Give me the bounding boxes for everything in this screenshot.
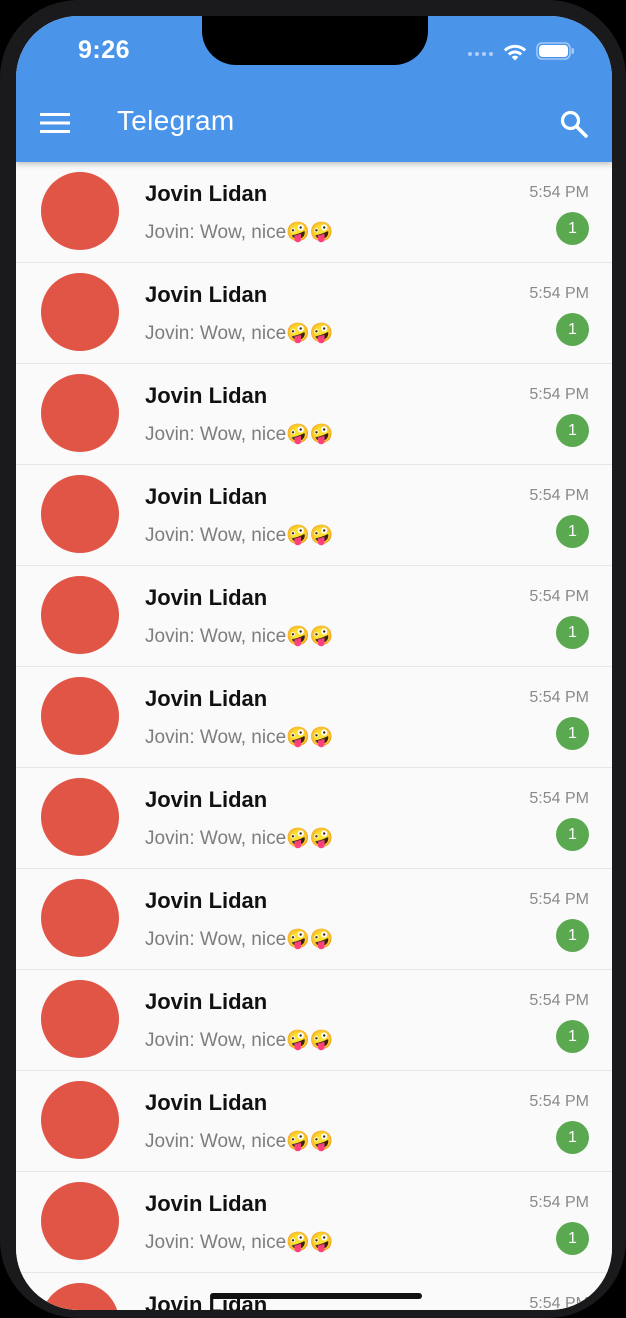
unread-count-badge: 1 <box>556 313 589 346</box>
cellular-signal-icon <box>468 52 493 56</box>
chat-name: Jovin Lidan <box>145 181 268 206</box>
last-message-preview: Jovin: Wow, nice🤪🤪 <box>145 222 334 243</box>
avatar <box>41 1283 119 1310</box>
home-indicator[interactable] <box>210 1293 422 1299</box>
chat-list-item[interactable]: Jovin Lidan Jovin: Wow, nice🤪🤪 5:54 PM 1 <box>16 869 612 970</box>
message-time: 5:54 PM <box>529 386 589 403</box>
message-time: 5:54 PM <box>529 487 589 504</box>
app-title: Telegram <box>117 105 235 136</box>
wifi-icon <box>503 44 527 61</box>
unread-count-badge: 1 <box>556 414 589 447</box>
last-message-preview: Jovin: Wow, nice🤪🤪 <box>145 727 334 748</box>
chat-list-item[interactable]: Jovin Lidan Jovin: Wow, nice🤪🤪 5:54 PM 1 <box>16 667 612 768</box>
message-time: 5:54 PM <box>529 891 589 908</box>
hamburger-menu-icon[interactable] <box>40 112 70 134</box>
chat-name: Jovin Lidan <box>145 989 268 1014</box>
last-message-preview: Jovin: Wow, nice🤪🤪 <box>145 828 334 849</box>
chat-name: Jovin Lidan <box>145 484 268 509</box>
unread-count-badge: 1 <box>556 818 589 851</box>
unread-count-badge: 1 <box>556 616 589 649</box>
chat-name: Jovin Lidan <box>145 585 268 610</box>
chat-list-item[interactable]: Jovin Lidan Jovin: Wow, nice🤪🤪 5:54 PM 1 <box>16 364 612 465</box>
avatar <box>41 677 119 755</box>
last-message-preview: Jovin: Wow, nice🤪🤪 <box>145 424 334 445</box>
chat-list: Jovin Lidan Jovin: Wow, nice🤪🤪 5:54 PM 1… <box>16 162 612 1310</box>
chat-list-item[interactable]: Jovin Lidan Jovin: Wow, nice🤪🤪 5:54 PM 1 <box>16 263 612 364</box>
avatar <box>41 879 119 957</box>
avatar <box>41 576 119 654</box>
chat-list-item[interactable]: Jovin Lidan Jovin: Wow, nice🤪🤪 5:54 PM 1 <box>16 465 612 566</box>
chat-name: Jovin Lidan <box>145 1090 268 1115</box>
message-time: 5:54 PM <box>529 1093 589 1110</box>
chat-name: Jovin Lidan <box>145 282 268 307</box>
avatar <box>41 1182 119 1260</box>
message-time: 5:54 PM <box>529 1194 589 1211</box>
avatar <box>41 374 119 452</box>
message-time: 5:54 PM <box>529 689 589 706</box>
avatar <box>41 778 119 856</box>
last-message-preview: Jovin: Wow, nice🤪🤪 <box>145 1131 334 1152</box>
unread-count-badge: 1 <box>556 1020 589 1053</box>
avatar <box>41 980 119 1058</box>
status-bar-time: 9:26 <box>78 36 131 64</box>
last-message-preview: Jovin: Wow, nice🤪🤪 <box>145 323 334 344</box>
unread-count-badge: 1 <box>556 1222 589 1255</box>
chat-list-item[interactable]: Jovin Lidan 5:54 PM <box>16 1273 612 1310</box>
search-icon[interactable] <box>558 108 590 140</box>
last-message-preview: Jovin: Wow, nice🤪🤪 <box>145 929 334 950</box>
avatar <box>41 475 119 553</box>
phone-screen: 9:26 Telegram Jovin Lidan Jovin: Wow, ni… <box>16 16 612 1310</box>
chat-name: Jovin Lidan <box>145 686 268 711</box>
unread-count-badge: 1 <box>556 717 589 750</box>
chat-name: Jovin Lidan <box>145 888 268 913</box>
message-time: 5:54 PM <box>529 1295 589 1310</box>
avatar <box>41 273 119 351</box>
device-notch <box>202 16 428 65</box>
chat-list-item[interactable]: Jovin Lidan Jovin: Wow, nice🤪🤪 5:54 PM 1 <box>16 970 612 1071</box>
unread-count-badge: 1 <box>556 212 589 245</box>
message-time: 5:54 PM <box>529 992 589 1009</box>
unread-count-badge: 1 <box>556 515 589 548</box>
chat-name: Jovin Lidan <box>145 383 268 408</box>
avatar <box>41 172 119 250</box>
chat-list-item[interactable]: Jovin Lidan Jovin: Wow, nice🤪🤪 5:54 PM 1 <box>16 1172 612 1273</box>
message-time: 5:54 PM <box>529 790 589 807</box>
last-message-preview: Jovin: Wow, nice🤪🤪 <box>145 1030 334 1051</box>
message-time: 5:54 PM <box>529 184 589 201</box>
unread-count-badge: 1 <box>556 1121 589 1154</box>
battery-icon <box>536 42 574 60</box>
chat-list-item[interactable]: Jovin Lidan Jovin: Wow, nice🤪🤪 5:54 PM 1 <box>16 768 612 869</box>
chat-name: Jovin Lidan <box>145 1191 268 1216</box>
unread-count-badge: 1 <box>556 919 589 952</box>
avatar <box>41 1081 119 1159</box>
chat-list-item[interactable]: Jovin Lidan Jovin: Wow, nice🤪🤪 5:54 PM 1 <box>16 566 612 667</box>
last-message-preview: Jovin: Wow, nice🤪🤪 <box>145 626 334 647</box>
last-message-preview: Jovin: Wow, nice🤪🤪 <box>145 1232 334 1253</box>
chat-name: Jovin Lidan <box>145 787 268 812</box>
chat-list-item[interactable]: Jovin Lidan Jovin: Wow, nice🤪🤪 5:54 PM 1 <box>16 162 612 263</box>
last-message-preview: Jovin: Wow, nice🤪🤪 <box>145 525 334 546</box>
message-time: 5:54 PM <box>529 285 589 302</box>
message-time: 5:54 PM <box>529 588 589 605</box>
chat-list-item[interactable]: Jovin Lidan Jovin: Wow, nice🤪🤪 5:54 PM 1 <box>16 1071 612 1172</box>
